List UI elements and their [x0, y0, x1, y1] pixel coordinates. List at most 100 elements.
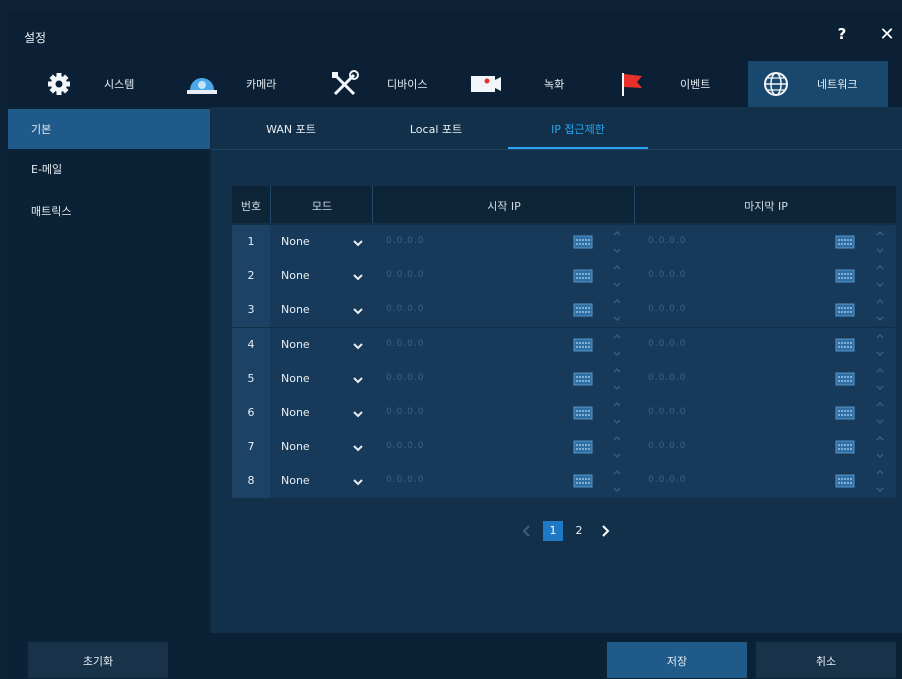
- mode-select[interactable]: None: [272, 401, 370, 425]
- page-2-button[interactable]: 2: [569, 521, 589, 541]
- spinner-arrows-icon[interactable]: [874, 432, 886, 462]
- end-ip-input[interactable]: 0.0.0.0: [642, 264, 822, 288]
- settings-window: 설정 ? ✕ 시스템 카메라 디바이스 녹화 이벤트 네트워크 기본 E-메일 …: [8, 13, 902, 679]
- keyboard-icon[interactable]: [573, 405, 593, 420]
- end-ip-value: 0.0.0.0: [648, 475, 687, 486]
- chevron-left-icon[interactable]: [518, 521, 534, 541]
- keyboard-icon[interactable]: [835, 371, 855, 386]
- spinner-arrows-icon[interactable]: [874, 330, 886, 360]
- start-ip-input[interactable]: 0.0.0.0: [380, 367, 560, 391]
- end-ip-input[interactable]: 0.0.0.0: [642, 333, 822, 357]
- keyboard-icon[interactable]: [835, 405, 855, 420]
- spinner-arrows-icon[interactable]: [611, 295, 623, 325]
- main-tabbar: 시스템 카메라 디바이스 녹화 이벤트 네트워크: [8, 61, 902, 107]
- subtab-local-port[interactable]: Local 포트: [366, 107, 506, 147]
- keyboard-icon[interactable]: [573, 473, 593, 488]
- start-ip-input[interactable]: 0.0.0.0: [380, 298, 560, 322]
- keyboard-icon[interactable]: [835, 473, 855, 488]
- mode-select[interactable]: None: [272, 435, 370, 459]
- keyboard-icon[interactable]: [573, 337, 593, 352]
- end-ip-input[interactable]: 0.0.0.0: [642, 435, 822, 459]
- table-row: 8 None 0.0.0.0 0.0.0.0: [232, 464, 896, 499]
- keyboard-icon[interactable]: [573, 268, 593, 283]
- mode-select[interactable]: None: [272, 298, 370, 322]
- mode-select[interactable]: None: [272, 469, 370, 493]
- close-button[interactable]: ✕: [876, 24, 898, 48]
- spinner-arrows-icon[interactable]: [874, 398, 886, 428]
- chevron-down-icon: [352, 234, 364, 247]
- keyboard-icon[interactable]: [835, 337, 855, 352]
- keyboard-icon[interactable]: [835, 439, 855, 454]
- mode-value: None: [281, 371, 310, 385]
- mode-select[interactable]: None: [272, 264, 370, 288]
- spinner-arrows-icon[interactable]: [611, 466, 623, 496]
- spinner-arrows-icon[interactable]: [611, 398, 623, 428]
- start-ip-value: 0.0.0.0: [386, 407, 425, 417]
- start-ip-input[interactable]: 0.0.0.0: [380, 435, 560, 459]
- spinner-arrows-icon[interactable]: [611, 364, 623, 394]
- end-ip-value: 0.0.0.0: [648, 270, 687, 281]
- row-number: 8: [232, 464, 270, 499]
- tab-camera[interactable]: 카메라: [178, 61, 308, 107]
- keyboard-icon[interactable]: [573, 302, 593, 317]
- page-1-button[interactable]: 1: [543, 521, 563, 541]
- subtab-ip-filter[interactable]: IP 접근제한: [508, 107, 648, 149]
- keyboard-icon[interactable]: [573, 439, 593, 454]
- spinner-arrows-icon[interactable]: [874, 261, 886, 291]
- keyboard-icon[interactable]: [835, 268, 855, 283]
- spinner-arrows-icon[interactable]: [611, 227, 623, 257]
- row-number: 3: [232, 293, 270, 328]
- spinner-arrows-icon[interactable]: [611, 261, 623, 291]
- chevron-right-icon[interactable]: [598, 521, 614, 541]
- spinner-arrows-icon[interactable]: [874, 227, 886, 257]
- tab-network[interactable]: 네트워크: [748, 61, 888, 107]
- sidebar-item-basic[interactable]: 기본: [8, 109, 210, 149]
- cancel-button[interactable]: 취소: [756, 642, 896, 678]
- window-title: 설정: [24, 31, 47, 45]
- spinner-arrows-icon[interactable]: [611, 432, 623, 462]
- tools-icon: [332, 70, 359, 96]
- keyboard-icon[interactable]: [573, 234, 593, 249]
- start-ip-input[interactable]: 0.0.0.0: [380, 469, 560, 493]
- keyboard-icon[interactable]: [835, 302, 855, 317]
- tab-event[interactable]: 이벤트: [608, 61, 743, 107]
- row-number: 6: [232, 396, 270, 430]
- sidebar-item-email[interactable]: E-메일: [8, 149, 210, 189]
- keyboard-icon[interactable]: [835, 234, 855, 249]
- chevron-down-icon: [352, 371, 364, 384]
- tab-device[interactable]: 디바이스: [323, 61, 458, 107]
- end-ip-input[interactable]: 0.0.0.0: [642, 367, 822, 391]
- save-button[interactable]: 저장: [607, 642, 747, 678]
- tab-system[interactable]: 시스템: [35, 61, 155, 107]
- mode-select[interactable]: None: [272, 367, 370, 391]
- tab-record[interactable]: 녹화: [463, 61, 593, 107]
- sidebar-item-matrix[interactable]: 매트릭스: [8, 191, 210, 231]
- start-ip-input[interactable]: 0.0.0.0: [380, 401, 560, 425]
- tab-network-label: 네트워크: [817, 78, 858, 91]
- keyboard-icon[interactable]: [573, 371, 593, 386]
- end-ip-input[interactable]: 0.0.0.0: [642, 401, 822, 425]
- table-row: 3 None 0.0.0.0 0.0.0.0: [232, 293, 896, 328]
- mode-select[interactable]: None: [272, 230, 370, 254]
- table-row: 1 None 0.0.0.0 0.0.0.0: [232, 225, 896, 259]
- spinner-arrows-icon[interactable]: [874, 364, 886, 394]
- end-ip-input[interactable]: 0.0.0.0: [642, 469, 822, 493]
- mode-select[interactable]: None: [272, 333, 370, 357]
- row-number: 4: [232, 327, 270, 362]
- end-ip-input[interactable]: 0.0.0.0: [642, 230, 822, 254]
- spinner-arrows-icon[interactable]: [874, 295, 886, 325]
- help-button[interactable]: ?: [832, 25, 852, 47]
- start-ip-input[interactable]: 0.0.0.0: [380, 264, 560, 288]
- subtab-wan-port[interactable]: WAN 포트: [226, 107, 356, 147]
- table-row: 5 None 0.0.0.0 0.0.0.0: [232, 361, 896, 396]
- start-ip-input[interactable]: 0.0.0.0: [380, 333, 560, 357]
- header-mode: 모드: [270, 186, 373, 223]
- spinner-arrows-icon[interactable]: [874, 466, 886, 496]
- mode-value: None: [281, 303, 310, 317]
- tab-device-label: 디바이스: [387, 78, 428, 91]
- start-ip-input[interactable]: 0.0.0.0: [380, 230, 560, 254]
- end-ip-input[interactable]: 0.0.0.0: [642, 298, 822, 322]
- reset-button[interactable]: 초기화: [28, 642, 168, 678]
- spinner-arrows-icon[interactable]: [611, 330, 623, 360]
- end-ip-value: 0.0.0.0: [648, 407, 687, 417]
